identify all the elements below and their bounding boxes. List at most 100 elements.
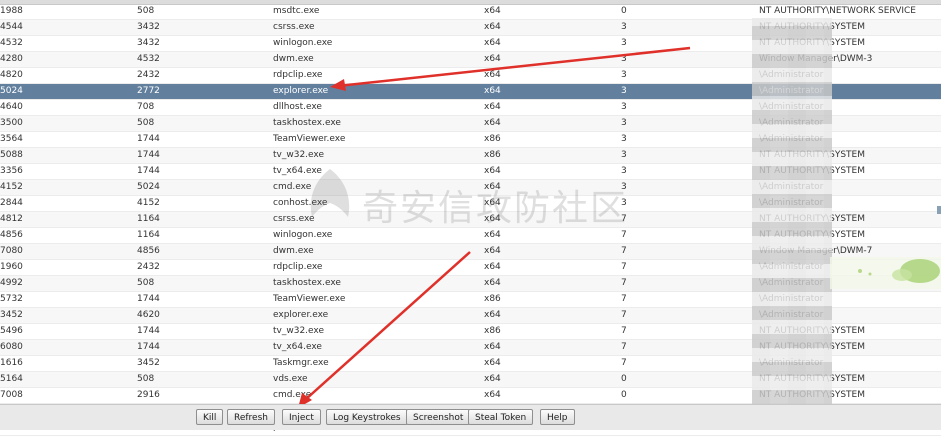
cell-arch: x64 bbox=[484, 102, 501, 112]
cell-ppid: 508 bbox=[137, 374, 155, 384]
cell-arch: x64 bbox=[484, 86, 501, 96]
cell-arch: x64 bbox=[484, 6, 501, 16]
cell-session: 7 bbox=[621, 326, 627, 336]
cell-session: 7 bbox=[621, 358, 627, 368]
cell-session: 3 bbox=[621, 150, 627, 160]
cell-name: tv_w32.exe bbox=[273, 326, 324, 336]
kill-button[interactable]: Kill bbox=[196, 409, 224, 425]
cell-ppid: 1164 bbox=[137, 230, 160, 240]
cell-pid: 1616 bbox=[0, 358, 23, 368]
help-button[interactable]: Help bbox=[540, 409, 575, 425]
cell-name: explorer.exe bbox=[273, 86, 329, 96]
cell-pid: 4640 bbox=[0, 102, 23, 112]
cell-ppid: 4152 bbox=[137, 198, 160, 208]
cell-ppid: 4532 bbox=[137, 54, 160, 64]
log-keystrokes-button[interactable]: Log Keystrokes bbox=[326, 409, 408, 425]
cell-pid: 5732 bbox=[0, 294, 23, 304]
cell-pid: 4280 bbox=[0, 54, 23, 64]
cell-arch: x64 bbox=[484, 262, 501, 272]
cell-name: dllhost.exe bbox=[273, 102, 322, 112]
cell-ppid: 3432 bbox=[137, 22, 160, 32]
cell-ppid: 2916 bbox=[137, 390, 160, 400]
cell-session: 3 bbox=[621, 22, 627, 32]
cell-arch: x64 bbox=[484, 38, 501, 48]
scrollbar-thumb[interactable] bbox=[937, 206, 941, 214]
cell-session: 0 bbox=[621, 6, 627, 16]
cell-name: TeamViewer.exe bbox=[273, 134, 346, 144]
cell-session: 3 bbox=[621, 54, 627, 64]
cell-pid: 3564 bbox=[0, 134, 23, 144]
cell-ppid: 3432 bbox=[137, 38, 160, 48]
cell-name: Taskmgr.exe bbox=[273, 358, 329, 368]
cell-name: taskhostex.exe bbox=[273, 278, 341, 288]
cell-session: 7 bbox=[621, 262, 627, 272]
cell-arch: x64 bbox=[484, 118, 501, 128]
cell-ppid: 1744 bbox=[137, 134, 160, 144]
cell-arch: x86 bbox=[484, 150, 501, 160]
cell-ppid: 508 bbox=[137, 6, 155, 16]
cell-session: 7 bbox=[621, 342, 627, 352]
cell-ppid: 1744 bbox=[137, 294, 160, 304]
cell-pid: 4992 bbox=[0, 278, 23, 288]
cell-session: 3 bbox=[621, 70, 627, 80]
cell-pid: 6080 bbox=[0, 342, 23, 352]
cell-ppid: 1744 bbox=[137, 326, 160, 336]
cell-pid: 4856 bbox=[0, 230, 23, 240]
cell-pid: 4152 bbox=[0, 182, 23, 192]
cell-name: vds.exe bbox=[273, 374, 308, 384]
cell-name: csrss.exe bbox=[273, 22, 315, 32]
cell-arch: x64 bbox=[484, 342, 501, 352]
cell-session: 3 bbox=[621, 86, 627, 96]
cell-arch: x64 bbox=[484, 358, 501, 368]
cell-ppid: 1744 bbox=[137, 166, 160, 176]
cell-name: rdpclip.exe bbox=[273, 70, 323, 80]
cell-pid: 5164 bbox=[0, 374, 23, 384]
cell-name: tv_w32.exe bbox=[273, 150, 324, 160]
cell-name: dwm.exe bbox=[273, 246, 314, 256]
steal-token-button[interactable]: Steal Token bbox=[468, 409, 534, 425]
cell-pid: 5088 bbox=[0, 150, 23, 160]
cell-arch: x64 bbox=[484, 246, 501, 256]
cell-session: 3 bbox=[621, 102, 627, 112]
cell-user: NT AUTHORITY\NETWORK SERVICE bbox=[759, 6, 916, 16]
cell-arch: x64 bbox=[484, 70, 501, 80]
cell-ppid: 508 bbox=[137, 118, 155, 128]
cell-name: tv_x64.exe bbox=[273, 342, 322, 352]
cell-arch: x86 bbox=[484, 326, 501, 336]
cell-arch: x64 bbox=[484, 22, 501, 32]
cell-ppid: 1744 bbox=[137, 342, 160, 352]
cell-pid: 1988 bbox=[0, 6, 23, 16]
cell-name: dwm.exe bbox=[273, 54, 314, 64]
cell-ppid: 2432 bbox=[137, 262, 160, 272]
refresh-button[interactable]: Refresh bbox=[227, 409, 275, 425]
cell-pid: 4544 bbox=[0, 22, 23, 32]
cell-session: 3 bbox=[621, 38, 627, 48]
cell-session: 0 bbox=[621, 374, 627, 384]
cell-pid: 3500 bbox=[0, 118, 23, 128]
cell-pid: 3356 bbox=[0, 166, 23, 176]
cell-pid: 3452 bbox=[0, 310, 23, 320]
cell-arch: x64 bbox=[484, 54, 501, 64]
cell-ppid: 5024 bbox=[137, 182, 160, 192]
cell-ppid: 4856 bbox=[137, 246, 160, 256]
cell-pid: 1960 bbox=[0, 262, 23, 272]
cell-ppid: 1744 bbox=[137, 150, 160, 160]
cell-session: 3 bbox=[621, 134, 627, 144]
cell-ppid: 708 bbox=[137, 102, 155, 112]
cell-session: 0 bbox=[621, 390, 627, 400]
cell-session: 7 bbox=[621, 278, 627, 288]
cell-pid: 7008 bbox=[0, 390, 23, 400]
cell-name: TeamViewer.exe bbox=[273, 294, 346, 304]
cell-ppid: 2772 bbox=[137, 86, 160, 96]
toolbar: Kill Refresh Inject Log Keystrokes Scree… bbox=[0, 404, 941, 430]
cell-ppid: 3452 bbox=[137, 358, 160, 368]
cell-session: 7 bbox=[621, 310, 627, 320]
inject-button[interactable]: Inject bbox=[282, 409, 321, 425]
screenshot-button[interactable]: Screenshot bbox=[406, 409, 471, 425]
cell-session: 7 bbox=[621, 246, 627, 256]
cell-pid: 4812 bbox=[0, 214, 23, 224]
cell-name: rdpclip.exe bbox=[273, 262, 323, 272]
cell-pid: 4820 bbox=[0, 70, 23, 80]
cell-name: winlogon.exe bbox=[273, 38, 333, 48]
cell-name: cmd.exe bbox=[273, 390, 312, 400]
